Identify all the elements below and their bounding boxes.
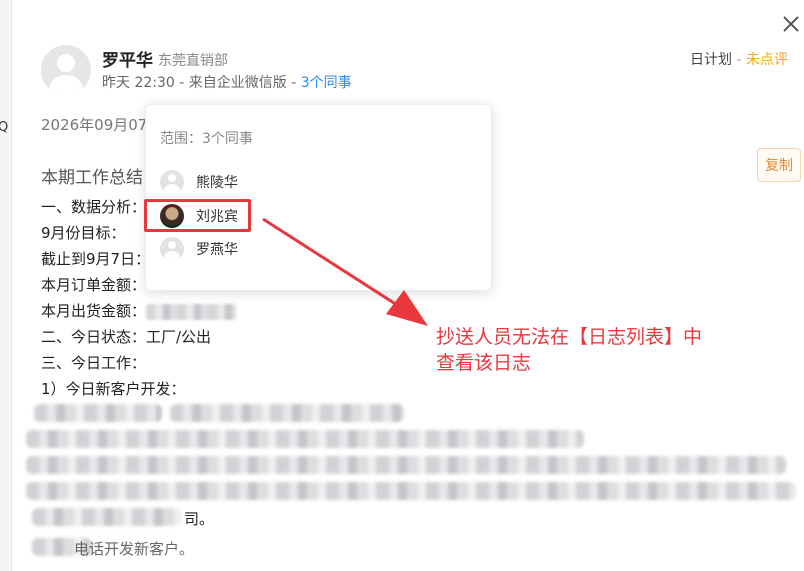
annotation-line: 抄送人员无法在【日志列表】中 xyxy=(436,326,703,348)
arrow-head xyxy=(386,290,428,326)
annotation-arrow xyxy=(262,217,428,326)
annotation-line: 查看该日志 xyxy=(436,352,532,374)
annotation-text: 抄送人员无法在【日志列表】中 查看该日志 xyxy=(436,324,736,376)
arrow-shaft xyxy=(262,217,409,314)
